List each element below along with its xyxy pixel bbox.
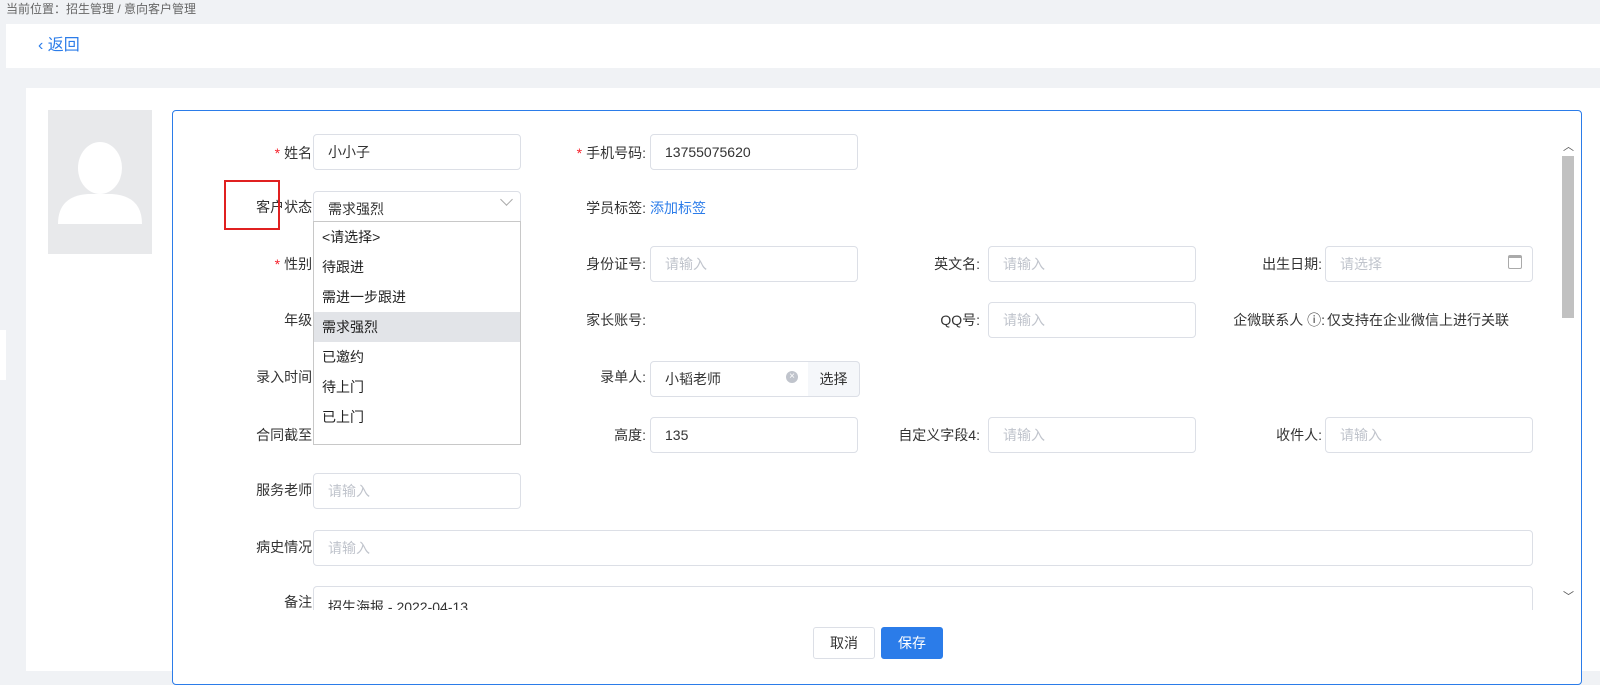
parent-account-label: 家长账号:	[586, 312, 646, 328]
english-name-input[interactable]: 请输入	[988, 246, 1196, 282]
custom-field-4-input[interactable]: 请输入	[988, 417, 1196, 453]
id-number-label: 身份证号:	[586, 256, 646, 272]
height-label: 高度:	[614, 427, 646, 443]
person-icon	[58, 142, 142, 224]
remark-textarea[interactable]: 招生海报 - 2022-04-13	[313, 586, 1533, 610]
qq-label: QQ号:	[940, 312, 980, 328]
status-option[interactable]: <请选择>	[314, 222, 520, 252]
status-option[interactable]: 需进一步跟进	[314, 282, 520, 312]
highlight-box	[224, 180, 280, 230]
birth-date-picker[interactable]: 请选择	[1325, 246, 1533, 282]
back-link[interactable]: ‹ 返回	[38, 36, 80, 56]
name-input[interactable]: 小小子	[313, 134, 521, 170]
avatar[interactable]	[48, 110, 152, 254]
select-recorder-button[interactable]: 选择	[808, 361, 860, 397]
save-button[interactable]: 保存	[881, 627, 943, 659]
status-option-selected[interactable]: 需求强烈	[314, 312, 520, 342]
phone-input[interactable]: 13755075620	[650, 134, 858, 170]
customer-status-dropdown[interactable]: <请选择> 待跟进 需进一步跟进 需求强烈 已邀约 待上门 已上门	[313, 221, 521, 445]
height-input[interactable]: 135	[650, 417, 858, 453]
custom-field-4-label: 自定义字段4:	[898, 427, 980, 443]
english-name-label: 英文名:	[934, 256, 980, 272]
service-teacher-input[interactable]: 请输入	[313, 473, 521, 509]
scroll-down-icon[interactable]: ﹀	[1563, 592, 1574, 603]
service-teacher-label: 服务老师:	[256, 482, 316, 498]
status-option[interactable]: 待上门	[314, 372, 520, 402]
wechat-contact-label: 企微联系人 ⓘ:	[1233, 312, 1325, 328]
receiver-input[interactable]: 请输入	[1325, 417, 1533, 453]
phone-label: * 手机号码:	[576, 145, 646, 161]
back-bar: ‹ 返回	[6, 24, 1600, 68]
cancel-button[interactable]: 取消	[813, 627, 875, 659]
qq-input[interactable]: 请输入	[988, 302, 1196, 338]
id-number-input[interactable]: 请输入	[650, 246, 858, 282]
student-tag-label: 学员标签:	[586, 200, 646, 216]
add-tag-link[interactable]: 添加标签	[650, 191, 706, 225]
medical-history-label: 病史情况:	[256, 539, 316, 555]
entry-time-label: 录入时间:	[256, 369, 316, 385]
remark-label: 备注:	[284, 594, 316, 610]
calendar-icon	[1508, 255, 1522, 269]
contract-end-label: 合同截至:	[256, 427, 316, 443]
name-label: * 姓名:	[274, 145, 316, 161]
receiver-label: 收件人:	[1276, 427, 1322, 443]
breadcrumb: 当前位置：招生管理 / 意向客户管理	[0, 0, 1600, 24]
status-option[interactable]: 已邀约	[314, 342, 520, 372]
back-label: 返回	[47, 37, 80, 54]
status-option[interactable]: 待跟进	[314, 252, 520, 282]
grade-label: 年级:	[284, 312, 316, 328]
gender-label: * 性别:	[274, 256, 316, 272]
recorder-label: 录单人:	[600, 369, 646, 385]
left-edge-marker	[0, 330, 6, 380]
wechat-contact-value: 仅支持在企业微信上进行关联	[1327, 312, 1509, 328]
status-option[interactable]: 已上门	[314, 402, 520, 432]
clear-icon[interactable]: ×	[786, 371, 798, 383]
medical-history-input[interactable]: 请输入	[313, 530, 1533, 566]
birth-date-label: 出生日期:	[1262, 256, 1322, 272]
scroll-up-icon[interactable]: ︿	[1563, 142, 1574, 153]
scrollbar-thumb[interactable]	[1562, 156, 1574, 318]
